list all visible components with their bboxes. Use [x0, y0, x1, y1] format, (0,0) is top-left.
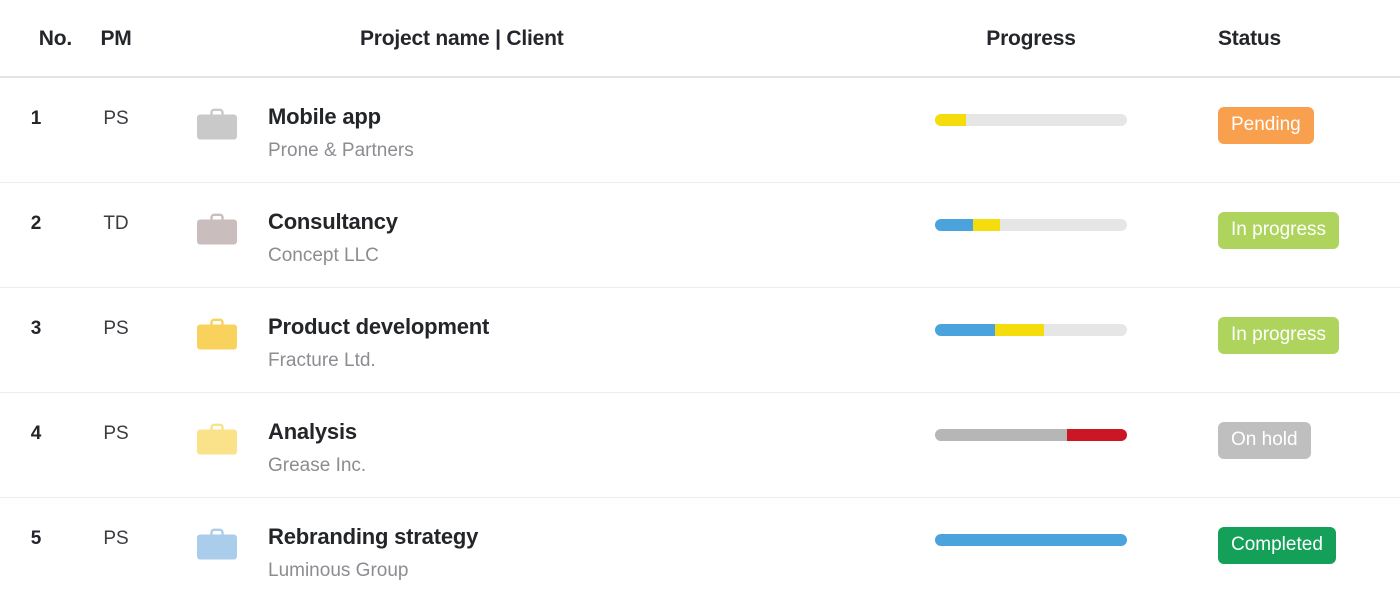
status-badge[interactable]: In progress	[1218, 212, 1340, 249]
project-text-block: Analysis Grease Inc.	[268, 419, 367, 477]
progress-cell	[910, 315, 1200, 336]
project-manager-initials: TD	[103, 213, 129, 234]
status-badge[interactable]: On hold	[1218, 422, 1311, 459]
briefcase-icon	[196, 422, 238, 456]
status-badge[interactable]: Pending	[1218, 107, 1314, 144]
row-number: 4	[30, 423, 42, 444]
project-text-block: Rebranding strategy Luminous Group	[268, 524, 478, 582]
project-cell[interactable]: Rebranding strategy Luminous Group	[160, 524, 910, 582]
column-header-no[interactable]: No.	[0, 28, 72, 49]
table-header-row: No. PM Project name | Client Progress St…	[0, 0, 1400, 78]
project-name[interactable]: Consultancy	[268, 209, 398, 234]
progress-segment	[935, 114, 966, 126]
table-row[interactable]: 1 PS Mobile app Prone & Partners Pending	[0, 78, 1400, 183]
project-name[interactable]: Analysis	[268, 419, 366, 444]
row-number: 3	[30, 318, 42, 339]
row-number: 2	[30, 213, 42, 234]
column-header-status[interactable]: Status	[1200, 28, 1400, 49]
column-header-pm[interactable]: PM	[72, 28, 160, 49]
progress-cell	[910, 420, 1200, 441]
project-cell[interactable]: Product development Fracture Ltd.	[160, 314, 910, 372]
progress-cell	[910, 105, 1200, 126]
progress-bar[interactable]	[935, 219, 1127, 231]
project-cell[interactable]: Analysis Grease Inc.	[160, 419, 910, 477]
projects-table: No. PM Project name | Client Progress St…	[0, 0, 1400, 603]
briefcase-icon	[197, 423, 237, 455]
project-text-block: Mobile app Prone & Partners	[268, 104, 414, 162]
progress-segment	[1067, 429, 1127, 441]
project-manager-initials: PS	[103, 108, 129, 129]
column-header-project[interactable]: Project name | Client	[160, 28, 910, 49]
progress-segment	[973, 219, 1001, 231]
progress-bar[interactable]	[935, 324, 1127, 336]
client-name: Grease Inc.	[268, 455, 367, 477]
row-number: 5	[30, 528, 42, 549]
briefcase-icon	[197, 108, 237, 140]
briefcase-icon	[196, 212, 238, 246]
project-name[interactable]: Mobile app	[268, 104, 414, 129]
project-manager-initials: PS	[103, 528, 129, 549]
progress-cell	[910, 210, 1200, 231]
briefcase-icon	[196, 317, 238, 351]
table-row[interactable]: 4 PS Analysis Grease Inc. On hold	[0, 393, 1400, 498]
project-text-block: Product development Fracture Ltd.	[268, 314, 489, 372]
client-name: Prone & Partners	[268, 140, 414, 162]
project-cell[interactable]: Consultancy Concept LLC	[160, 209, 910, 267]
briefcase-icon	[197, 528, 237, 560]
row-number: 1	[30, 108, 42, 129]
progress-segment	[935, 324, 995, 336]
project-cell[interactable]: Mobile app Prone & Partners	[160, 104, 910, 162]
project-text-block: Consultancy Concept LLC	[268, 209, 398, 267]
status-cell: On hold	[1200, 420, 1400, 459]
project-name[interactable]: Rebranding strategy	[268, 524, 478, 549]
progress-bar[interactable]	[935, 429, 1127, 441]
table-row[interactable]: 5 PS Rebranding strategy Luminous Group Comp…	[0, 498, 1400, 603]
project-name[interactable]: Product development	[268, 314, 489, 339]
client-name: Luminous Group	[268, 560, 409, 582]
briefcase-icon	[196, 527, 238, 561]
progress-bar[interactable]	[935, 114, 1127, 126]
client-name: Concept LLC	[268, 245, 379, 267]
progress-segment	[935, 219, 974, 231]
progress-segment	[935, 429, 1068, 441]
briefcase-icon	[196, 107, 238, 141]
project-manager-initials: PS	[103, 423, 129, 444]
table-body: 1 PS Mobile app Prone & Partners Pending 2 TD C…	[0, 78, 1400, 603]
project-manager-initials: PS	[103, 318, 129, 339]
status-badge[interactable]: In progress	[1218, 317, 1340, 354]
progress-segment	[935, 534, 1127, 546]
status-cell: Completed	[1200, 525, 1400, 564]
progress-cell	[910, 525, 1200, 546]
status-cell: In progress	[1200, 315, 1400, 354]
progress-bar[interactable]	[935, 534, 1127, 546]
table-row[interactable]: 2 TD Consultancy Concept LLC In progress	[0, 183, 1400, 288]
table-row[interactable]: 3 PS Product development Fracture Ltd. In pr…	[0, 288, 1400, 393]
progress-segment	[994, 324, 1045, 336]
status-cell: Pending	[1200, 105, 1400, 144]
status-cell: In progress	[1200, 210, 1400, 249]
briefcase-icon	[197, 213, 237, 245]
status-badge[interactable]: Completed	[1218, 527, 1336, 564]
briefcase-icon	[197, 318, 237, 350]
column-header-progress[interactable]: Progress	[910, 28, 1200, 49]
client-name: Fracture Ltd.	[268, 350, 376, 372]
